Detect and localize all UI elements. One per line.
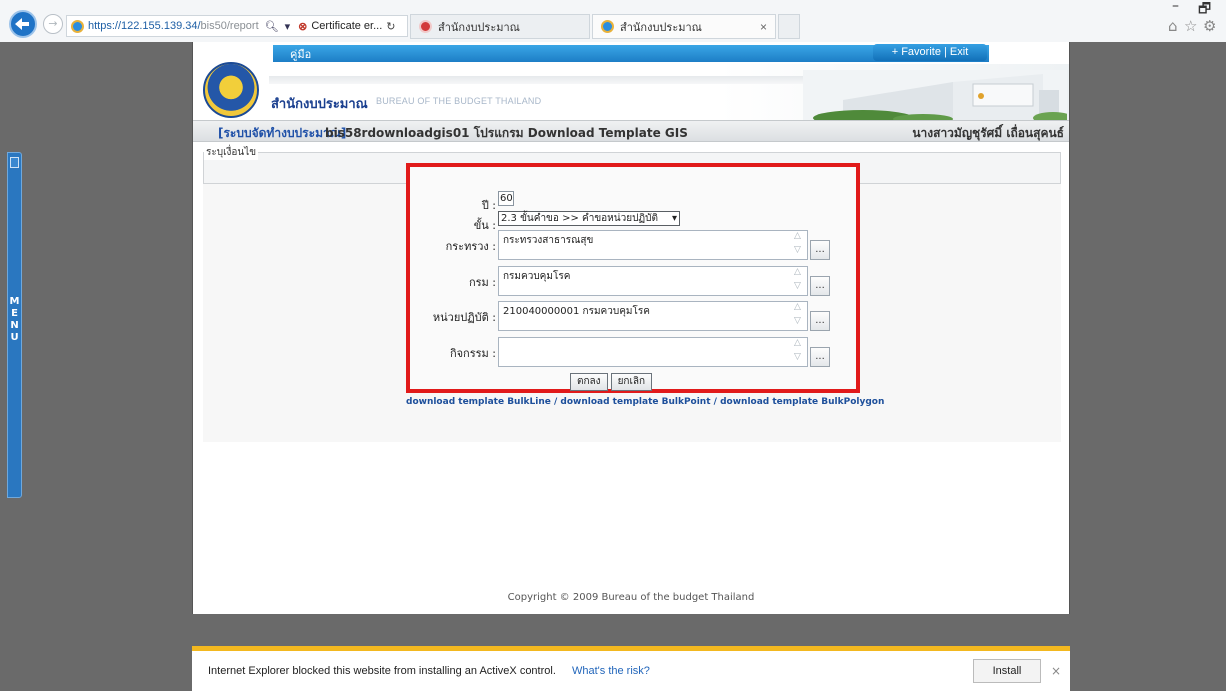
home-icon[interactable]: ⌂ [1168,17,1178,35]
department-picker-button[interactable]: ... [810,276,830,296]
page-content: คู่มือ + Favorite | Exit สำนักงบประมาณ B… [192,42,1070,614]
download-links: download template BulkLine / download te… [406,397,884,407]
department-label: กรม : [468,276,496,289]
activity-row: กิจกรรม : △ ▽ ... [410,337,856,367]
unit-label: หน่วยปฏิบัติ : [432,311,496,324]
form-buttons: ตกลง ยกเลิก [570,373,655,391]
browser-toolbar: → https://122.155.139.34/bis50/report 🔍︎… [0,0,1226,42]
user-name: นางสาวมัญชุรัศมิ์ เถื่อนสุคนธ์ [912,126,1064,140]
refresh-icon[interactable]: ↻ [386,20,395,33]
cancel-button[interactable]: ยกเลิก [610,373,653,391]
link-separator: / [550,397,561,407]
org-name-thai: สำนักงบประมาณ [271,96,368,111]
ministry-picker-button[interactable]: ... [810,240,830,260]
download-bulkpoint-link[interactable]: download template BulkPoint [560,397,710,407]
stage-select[interactable]: 2.3 ขั้นคำขอ >> คำขอหน่วยปฏิบัติ ▾ [498,211,680,226]
activex-notification-bar: Internet Explorer blocked this website f… [192,646,1070,691]
ministry-row: กระทรวง : กระทรวงสาธารณสุข △ ▽ ... [410,230,856,260]
site-favicon-icon [419,20,432,33]
activity-textarea[interactable] [498,337,808,367]
department-row: กรม : กรมควบคุมโรค △ ▽ ... [410,266,856,296]
download-bulkline-link[interactable]: download template BulkLine [406,397,551,407]
menu-list-icon[interactable] [10,157,19,168]
ministry-scrollbar[interactable]: △ ▽ [790,231,807,259]
back-button[interactable] [9,10,37,38]
tab-close-icon[interactable]: × [760,20,767,34]
menu-letters: M E N U [9,296,20,343]
link-separator: / [710,397,721,407]
chevron-down-icon: ▾ [671,213,677,224]
minimize-button[interactable]: – [1172,0,1179,14]
certificate-error-icon[interactable]: ⊗ [298,20,307,33]
scroll-down-icon[interactable]: ▽ [794,352,801,362]
tab-title: สำนักงบประมาณ [620,21,702,34]
dropdown-chevron-icon[interactable]: ▾ [285,20,291,33]
scroll-up-icon[interactable]: △ [794,267,801,277]
ie-favicon-icon [601,20,614,33]
address-bar[interactable]: https://122.155.139.34/bis50/report 🔍︎ ▾… [66,15,408,37]
gear-icon[interactable]: ⚙ [1203,17,1216,35]
install-button[interactable]: Install [973,659,1041,683]
url-text[interactable]: https://122.155.139.34/bis50/report [88,20,259,32]
org-name-english: BUREAU OF THE BUDGET THAILAND [376,96,542,106]
activity-scrollbar[interactable]: △ ▽ [790,338,807,366]
scroll-down-icon[interactable]: ▽ [794,316,801,326]
close-notification-icon[interactable]: × [1051,664,1061,678]
star-icon[interactable]: ☆ [1184,17,1197,35]
activity-label: กิจกรรม : [449,347,496,360]
side-menu-tab[interactable]: M E N U [7,152,22,498]
forward-button[interactable]: → [43,14,63,34]
header-banner: สำนักงบประมาณ BUREAU OF THE BUDGET THAIL… [193,62,1069,120]
ie-site-icon [71,19,84,33]
unit-row: หน่วยปฏิบัติ : 210040000001 กรมควบคุมโรค… [410,301,856,331]
favorite-exit-button[interactable]: + Favorite | Exit [873,44,987,61]
program-title: bis58rdownloadgis01 โปรแกรม Download Tem… [325,126,688,140]
year-input[interactable]: 60 [498,191,514,206]
department-textarea[interactable]: กรมควบคุมโรค [498,266,808,296]
top-bar: คู่มือ + Favorite | Exit [193,42,1069,64]
scroll-up-icon[interactable]: △ [794,231,801,241]
criteria-form-highlight: ปี : 60 ขั้น : 2.3 ขั้นคำขอ >> คำขอหน่วย… [406,163,860,393]
browser-tab-1[interactable]: สำนักงบประมาณ [410,14,590,39]
download-bulkpolygon-link[interactable]: download template BulkPolygon [720,397,884,407]
ministry-textarea[interactable]: กระทรวงสาธารณสุข [498,230,808,260]
scroll-up-icon[interactable]: △ [794,302,801,312]
unit-scrollbar[interactable]: △ ▽ [790,302,807,330]
department-scrollbar[interactable]: △ ▽ [790,267,807,295]
new-tab-button[interactable] [778,14,800,39]
building-image [803,70,1067,120]
search-icon[interactable]: 🔍︎ [265,20,279,33]
copyright-text: Copyright © 2009 Bureau of the budget Th… [507,592,755,603]
unit-textarea[interactable]: 210040000001 กรมควบคุมโรค [498,301,808,331]
notification-message: Internet Explorer blocked this website f… [208,665,556,677]
bureau-logo [203,62,259,118]
banner-stripe [269,76,829,84]
scroll-up-icon[interactable]: △ [794,338,801,348]
ok-button[interactable]: ตกลง [570,373,608,391]
scroll-down-icon[interactable]: ▽ [794,245,801,255]
stage-selected-value: 2.3 ขั้นคำขอ >> คำขอหน่วยปฏิบัติ [501,213,658,224]
ministry-label: กระทรวง : [445,240,496,253]
scroll-down-icon[interactable]: ▽ [794,281,801,291]
manual-link[interactable]: คู่มือ [290,45,311,63]
program-title-bar: [ระบบจัดทำงบประมาณ] bis58rdownloadgis01 … [193,120,1069,142]
activity-picker-button[interactable]: ... [810,347,830,367]
whats-the-risk-link[interactable]: What's the risk? [572,665,650,677]
tab-title: สำนักงบประมาณ [438,21,520,34]
certificate-error-label[interactable]: Certificate er... [311,20,382,32]
unit-picker-button[interactable]: ... [810,311,830,331]
criteria-legend: ระบุเงื่อนไข [204,145,259,160]
browser-tab-2-active[interactable]: สำนักงบประมาณ × [592,14,776,39]
